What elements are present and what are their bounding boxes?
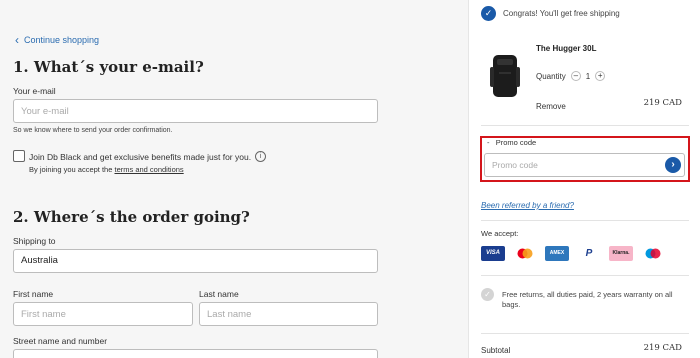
promo-code-input[interactable] [484,153,685,177]
quantity-stepper: Quantity – 1 + [536,71,606,81]
divider [481,220,689,221]
returns-text: Free returns, all duties paid, 2 years w… [502,290,673,309]
order-summary-panel: ✓ Congrats! You'll get free shipping The… [468,0,700,358]
checkout-form-panel: ‹ Continue shopping 1. What´s your e-mai… [0,0,468,358]
backpack-product-image [490,55,520,97]
klarna-icon: Klarna. [609,246,633,261]
last-name-input[interactable] [199,302,378,326]
email-input[interactable] [13,99,378,123]
first-name-label: First name [13,289,54,299]
check-icon: ✓ [481,288,494,301]
check-icon: ✓ [481,6,496,21]
free-shipping-notice: ✓ Congrats! You'll get free shipping [481,6,620,21]
mastercard-icon [513,246,537,261]
free-shipping-text: Congrats! You'll get free shipping [503,9,620,18]
shipping-to-label: Shipping to [13,236,56,246]
promo-code-section: - Promo code › [480,136,690,182]
promo-code-label: Promo code [495,138,537,147]
newsletter-label: Join Db Black and get exclusive benefits… [29,151,252,162]
returns-notice: ✓ Free returns, all duties paid, 2 years… [481,288,687,310]
paypal-icon: P [577,246,601,261]
continue-shopping-link[interactable]: ‹ Continue shopping [15,32,100,47]
divider [481,125,689,126]
quantity-label: Quantity [536,71,566,81]
shipping-country-select[interactable]: Australia [13,249,378,273]
quantity-value: 1 [585,71,591,81]
last-name-label: Last name [199,289,239,299]
subtotal-label: Subtotal [481,346,511,355]
product-name: The Hugger 30L [536,44,597,53]
terms-prefix: By joining you accept the [29,165,115,174]
divider [481,275,689,276]
decrease-quantity-button[interactable]: – [570,71,581,81]
item-price: 219 CAD [643,98,682,108]
shipping-section-heading: 2. Where´s the order going? [13,208,250,226]
chevron-left-icon: ‹ [15,32,19,47]
info-icon[interactable]: i [255,151,267,162]
continue-shopping-label: Continue shopping [24,35,100,45]
newsletter-label-row: Join Db Black and get exclusive benefits… [29,151,267,162]
divider [481,333,689,334]
visa-icon: VISA [481,246,505,261]
email-field-label: Your e-mail [13,86,56,96]
payment-methods-row: VISA AMEX P Klarna. [481,246,665,261]
first-name-input[interactable] [13,302,193,326]
terms-link[interactable]: terms and conditions [114,165,183,174]
remove-item-button[interactable]: Remove [536,102,566,111]
street-label: Street name and number [13,336,108,346]
referral-link[interactable]: Been referred by a friend? [481,201,574,210]
email-help-text: So we know where to send your order conf… [13,127,173,134]
accepted-payments-label: We accept: [481,229,519,238]
terms-line: By joining you accept the terms and cond… [29,165,184,174]
email-section-heading: 1. What´s your e-mail? [13,58,204,76]
promo-code-toggle[interactable]: - Promo code [487,138,536,147]
maestro-icon [641,246,665,261]
amex-icon: AMEX [545,246,569,261]
subtotal-value: 219 CAD [643,343,682,353]
street-input[interactable] [13,349,378,358]
newsletter-checkbox[interactable] [13,150,25,162]
increase-quantity-button[interactable]: + [595,71,606,81]
apply-promo-button[interactable]: › [665,157,681,173]
